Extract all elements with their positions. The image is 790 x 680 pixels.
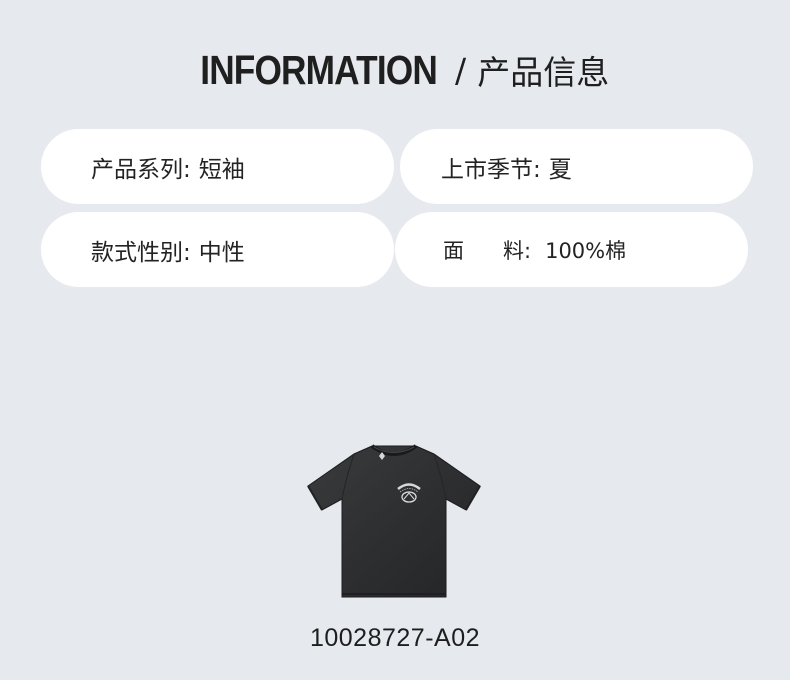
info-material-label-part2: 料: (503, 238, 532, 263)
product-code: 10028727-A02 (309, 624, 481, 652)
title-chinese: 产品信息 (477, 53, 610, 92)
tshirt-icon (307, 444, 481, 598)
info-material-label-part1: 面 (443, 238, 464, 263)
info-series-label: 产品系列: (91, 156, 191, 183)
info-gender-pill: 款式性别: 中性 (41, 212, 394, 287)
info-season-value: 夏 (548, 156, 572, 183)
info-material-pill: 面 料: 100%棉 (395, 212, 748, 287)
info-material-value: 100%棉 (545, 238, 627, 263)
info-season-label: 上市季节: (441, 156, 541, 183)
info-series-value: 短袖 (198, 156, 245, 183)
title-english: INFORMATION (199, 46, 438, 93)
info-gender-value: 中性 (198, 239, 245, 266)
product-image (306, 444, 482, 598)
page-title: INFORMATION / 产品信息 (0, 46, 790, 94)
info-season-pill: 上市季节: 夏 (400, 129, 753, 204)
info-series-pill: 产品系列: 短袖 (41, 129, 394, 204)
title-separator: / (455, 50, 467, 90)
info-gender-label: 款式性别: (91, 239, 191, 266)
